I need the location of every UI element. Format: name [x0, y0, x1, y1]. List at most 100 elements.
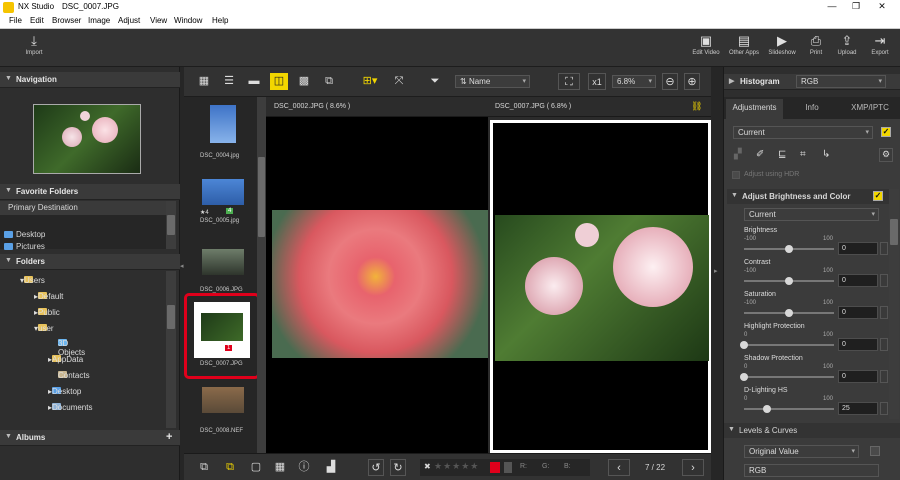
- reject-icon[interactable]: ✖: [424, 462, 431, 471]
- slider-handle[interactable]: [740, 341, 748, 349]
- close-button[interactable]: ✕: [872, 1, 892, 14]
- zoom-in-icon[interactable]: ⊕: [684, 73, 700, 90]
- menu-view[interactable]: View: [150, 16, 167, 25]
- other-apps-button[interactable]: ▤ Other Apps: [726, 32, 762, 65]
- perspective-icon[interactable]: ↳: [822, 149, 830, 160]
- slider-track[interactable]: [744, 309, 834, 317]
- slider-value-field[interactable]: 0: [838, 338, 878, 351]
- slider-handle[interactable]: [785, 245, 793, 253]
- filter-icon[interactable]: ⏷: [427, 73, 443, 90]
- folder-users[interactable]: ▾ Users: [20, 276, 45, 285]
- previous-image-button[interactable]: ‹: [608, 459, 630, 476]
- right-splitter[interactable]: ▸: [711, 67, 723, 480]
- zoom-select[interactable]: 6.8% ▾: [612, 75, 656, 88]
- menu-browser[interactable]: Browser: [52, 16, 81, 25]
- grid-overlay-icon[interactable]: ▦: [272, 459, 288, 476]
- import-button[interactable]: ⤓ Import: [18, 32, 50, 65]
- slider-spinner[interactable]: [880, 402, 888, 415]
- info-icon[interactable]: ⓘ: [296, 459, 312, 476]
- print-button[interactable]: ⎙ Print: [803, 32, 829, 65]
- slider-handle[interactable]: [785, 309, 793, 317]
- thumbnail-dsc-0008[interactable]: [202, 387, 244, 413]
- slider-track[interactable]: [744, 405, 834, 413]
- albums-header[interactable]: ▼ Albums +: [0, 430, 180, 446]
- folders-header[interactable]: ▼ Folders: [0, 254, 180, 270]
- slider-handle[interactable]: [762, 405, 771, 413]
- filmstrip-view-icon[interactable]: ▩: [296, 73, 312, 90]
- image-frame-icon[interactable]: ▢: [248, 459, 264, 476]
- levels-enable-checkbox[interactable]: [870, 446, 880, 456]
- apply-adjustments-checkbox[interactable]: ✓: [881, 127, 891, 137]
- export-button[interactable]: ⇥ Export: [866, 32, 894, 65]
- straighten-icon[interactable]: ⊑: [778, 149, 786, 160]
- slider-value-field[interactable]: 0: [838, 242, 878, 255]
- color-label-icon[interactable]: [490, 462, 500, 473]
- stack-icon[interactable]: ⧉: [196, 459, 212, 476]
- folder-appdata[interactable]: ▸ AppData: [48, 355, 83, 364]
- section-preset-select[interactable]: Current ▾: [744, 208, 879, 221]
- left-image-viewer[interactable]: [266, 117, 488, 453]
- edit-video-button[interactable]: ▣ Edit Video: [689, 32, 723, 65]
- slider-spinner[interactable]: [880, 306, 888, 319]
- section-enable-checkbox[interactable]: ✓: [873, 191, 883, 201]
- menu-adjust[interactable]: Adjust: [118, 16, 140, 25]
- favorite-item-primary[interactable]: Primary Destination: [0, 201, 166, 215]
- zoom-x1-button[interactable]: x1: [588, 73, 606, 90]
- slider-spinner[interactable]: [880, 242, 888, 255]
- sort-select[interactable]: ⇅ Name ▾: [455, 75, 530, 88]
- menu-edit[interactable]: Edit: [30, 16, 44, 25]
- adjustments-scrollbar[interactable]: [889, 189, 899, 419]
- single-view-icon[interactable]: ▬: [246, 73, 262, 90]
- next-image-button[interactable]: ›: [682, 459, 704, 476]
- levels-curves-header[interactable]: ▼ Levels & Curves: [724, 423, 900, 438]
- slider-value-field[interactable]: 0: [838, 274, 878, 287]
- add-album-button[interactable]: +: [166, 431, 172, 443]
- slider-handle[interactable]: [785, 277, 793, 285]
- slider-value-field[interactable]: 0: [838, 306, 878, 319]
- upload-button[interactable]: ⇪ Upload: [833, 32, 861, 65]
- zoom-out-icon[interactable]: ⊖: [662, 73, 678, 90]
- slider-track[interactable]: [744, 245, 834, 253]
- folder-user[interactable]: ▾ user: [34, 324, 54, 333]
- navigation-header[interactable]: ▼ Navigation: [0, 72, 180, 88]
- slider-track[interactable]: [744, 277, 834, 285]
- menu-window[interactable]: Window: [174, 16, 202, 25]
- thumbnail-dsc-0004[interactable]: [210, 105, 236, 143]
- slider-track[interactable]: [740, 341, 834, 349]
- crop-icon[interactable]: ⌗: [800, 149, 806, 160]
- histogram-header[interactable]: ▶ Histogram RGB ▾: [724, 74, 900, 90]
- slider-spinner[interactable]: [880, 370, 888, 383]
- menu-image[interactable]: Image: [88, 16, 110, 25]
- sync-view-icon[interactable]: ⊞▾: [359, 73, 381, 90]
- favorite-folders-header[interactable]: ▼ Favorite Folders: [0, 184, 180, 200]
- fit-screen-icon[interactable]: ⛶: [558, 73, 580, 90]
- folder-documents[interactable]: ▸ Documents: [48, 403, 92, 412]
- minimize-button[interactable]: —: [822, 1, 842, 14]
- thumbnail-dsc-0006[interactable]: [202, 249, 244, 275]
- adjust-preset-select[interactable]: Current ▾: [733, 126, 873, 139]
- retouch-icon[interactable]: ▞: [734, 149, 742, 160]
- rating-stars[interactable]: ★★★★★: [434, 461, 479, 472]
- hdr-checkbox[interactable]: [732, 171, 740, 179]
- gear-icon[interactable]: ⚙: [879, 148, 893, 162]
- grid-view-icon[interactable]: ▦: [196, 73, 212, 90]
- full-view-icon[interactable]: ⧉: [321, 73, 337, 90]
- tab-info[interactable]: Info: [786, 99, 838, 119]
- slider-spinner[interactable]: [880, 274, 888, 287]
- slider-spinner[interactable]: [880, 338, 888, 351]
- levels-preset-select[interactable]: Original Value ▾: [744, 445, 859, 458]
- label-icon[interactable]: ⧉: [222, 459, 238, 476]
- rotate-right-icon[interactable]: ↻: [390, 459, 406, 476]
- slideshow-button[interactable]: ▶ Slideshow: [764, 32, 800, 65]
- menu-help[interactable]: Help: [212, 16, 228, 25]
- filmstrip-scrollbar[interactable]: [257, 97, 266, 453]
- slider-track[interactable]: [740, 373, 834, 381]
- slider-handle[interactable]: [740, 373, 748, 381]
- favorite-item-desktop[interactable]: Desktop: [4, 230, 45, 239]
- slider-value-field[interactable]: 0: [838, 370, 878, 383]
- protect-icon[interactable]: [504, 462, 512, 473]
- navigation-preview[interactable]: [33, 104, 141, 174]
- folders-scrollbar[interactable]: [166, 271, 176, 428]
- sync-link-icon[interactable]: ⛓: [691, 101, 702, 112]
- tab-xmp-iptc[interactable]: XMP/IPTC: [841, 99, 899, 119]
